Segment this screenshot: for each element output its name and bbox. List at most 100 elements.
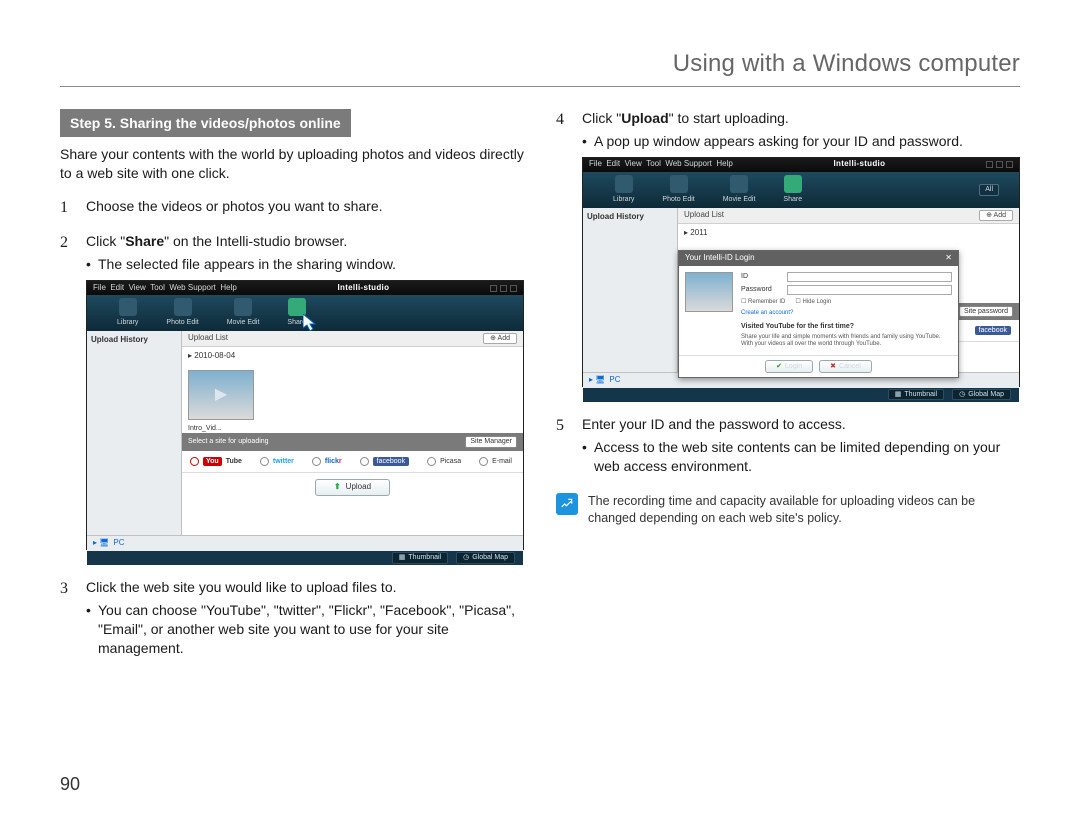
bullet-list: You can choose "YouTube", "twitter", "Fl… bbox=[86, 601, 524, 658]
app-toolbar: Library Photo Edit Movie Edit Share All bbox=[583, 172, 1019, 208]
step-text: Click "Upload" to start uploading. A pop… bbox=[582, 109, 1020, 401]
bullet-list: The selected file appears in the sharing… bbox=[86, 255, 524, 274]
remember-checkbox[interactable]: ☐ Remember ID bbox=[741, 298, 785, 306]
step-number: 4 bbox=[556, 109, 572, 401]
note-block: The recording time and capacity availabl… bbox=[556, 493, 1020, 527]
toolbar-item-share[interactable]: Share bbox=[783, 175, 802, 204]
site-twitter[interactable]: twitter bbox=[260, 457, 294, 466]
step-intro: Share your contents with the world by up… bbox=[60, 145, 524, 183]
text: " on the Intelli-studio browser. bbox=[164, 233, 347, 249]
sidebar: Upload History bbox=[87, 331, 182, 535]
sidebar-header: Upload History bbox=[587, 212, 673, 223]
toolbar-item-photo-edit[interactable]: Photo Edit bbox=[166, 298, 198, 327]
filter-all[interactable]: All bbox=[979, 184, 999, 195]
step-item: 2 Click "Share" on the Intelli-studio br… bbox=[60, 232, 524, 564]
upload-row: ⬆Upload bbox=[182, 472, 523, 502]
hide-checkbox[interactable]: ☐ Hide Login bbox=[795, 298, 831, 306]
add-button[interactable]: ⊕ Add bbox=[979, 210, 1013, 221]
id-row: ID bbox=[741, 272, 952, 282]
two-column-layout: Step 5. Sharing the videos/photos online… bbox=[60, 109, 1020, 676]
site-select-bar: Select a site for uploading Site Manager bbox=[182, 433, 523, 450]
main-pane: Upload List ⊕ Add ▸ 2010-08-04 Intro_Vid… bbox=[182, 331, 523, 535]
cancel-button[interactable]: ✖Cancel bbox=[819, 360, 872, 373]
page-number: 90 bbox=[60, 774, 80, 795]
dialog-buttons: ✔Login ✖Cancel bbox=[679, 355, 958, 377]
step-number: 2 bbox=[60, 232, 76, 564]
step-text: Click "Share" on the Intelli-studio brow… bbox=[86, 232, 524, 564]
sidebar-header: Upload History bbox=[91, 335, 177, 346]
step-item: 5 Enter your ID and the password to acce… bbox=[556, 415, 1020, 480]
add-button[interactable]: ⊕ Add bbox=[483, 333, 517, 344]
site-picasa[interactable]: Picasa bbox=[427, 457, 461, 466]
site-email[interactable]: E-mail bbox=[479, 457, 512, 466]
menu-placeholder: File Edit View Tool Web Support Help bbox=[589, 159, 733, 170]
id-input[interactable] bbox=[787, 272, 952, 282]
screenshot-share-window: File Edit View Tool Web Support Help Int… bbox=[86, 280, 524, 550]
dialog-description: Share your life and simple moments with … bbox=[741, 334, 952, 348]
window-titlebar: File Edit View Tool Web Support Help Int… bbox=[87, 281, 523, 295]
toolbar-item-library[interactable]: Library bbox=[117, 298, 138, 327]
date-group: ▸ 2011 bbox=[678, 224, 1019, 243]
step-number: 3 bbox=[60, 578, 76, 662]
password-input[interactable] bbox=[787, 285, 952, 295]
main-header: Upload List ⊕ Add bbox=[678, 208, 1019, 224]
view-global-map[interactable]: ◷ Global Map bbox=[952, 389, 1011, 400]
toolbar-item-share[interactable]: Share bbox=[287, 298, 306, 327]
dialog-thumbnail bbox=[685, 272, 733, 312]
site-password-button[interactable]: Site password bbox=[959, 306, 1013, 317]
dialog-titlebar: Your Intelli-ID Login✕ bbox=[679, 251, 958, 266]
text: Click the web site you would like to upl… bbox=[86, 579, 397, 595]
screenshot-upload-dialog: File Edit View Tool Web Support Help Int… bbox=[582, 157, 1020, 387]
login-button[interactable]: ✔Login bbox=[765, 360, 813, 373]
left-column: Step 5. Sharing the videos/photos online… bbox=[60, 109, 524, 676]
step-heading: Step 5. Sharing the videos/photos online bbox=[60, 109, 351, 137]
note-icon bbox=[556, 493, 578, 515]
text: Click " bbox=[86, 233, 125, 249]
window-titlebar: File Edit View Tool Web Support Help Int… bbox=[583, 158, 1019, 172]
site-facebook[interactable]: facebook bbox=[360, 457, 409, 466]
graybar-label: Select a site for uploading bbox=[188, 437, 269, 446]
status-bar: ▦ Thumbnail ◷ Global Map bbox=[583, 388, 1019, 402]
site-youtube[interactable]: YouTube bbox=[190, 457, 242, 466]
bullet-list: A pop up window appears asking for your … bbox=[582, 132, 1020, 151]
window-controls bbox=[490, 285, 517, 292]
view-thumbnail[interactable]: ▦ Thumbnail bbox=[392, 552, 448, 563]
step-item: 3 Click the web site you would like to u… bbox=[60, 578, 524, 662]
step-item: 4 Click "Upload" to start uploading. A p… bbox=[556, 109, 1020, 401]
close-icon[interactable]: ✕ bbox=[945, 253, 952, 264]
create-account-link[interactable]: Create an account? bbox=[741, 309, 952, 317]
toolbar-item-movie-edit[interactable]: Movie Edit bbox=[227, 298, 260, 327]
bullet: The selected file appears in the sharing… bbox=[86, 255, 524, 274]
note-text: The recording time and capacity availabl… bbox=[588, 493, 1020, 527]
page-title: Using with a Windows computer bbox=[60, 50, 1020, 87]
pc-row[interactable]: ▸ 🖥 PC bbox=[87, 535, 523, 551]
app-brand: Intelli-studio bbox=[834, 159, 886, 170]
text: " to start uploading. bbox=[669, 110, 789, 126]
dialog-question: Visited YouTube for the first time? bbox=[741, 322, 952, 331]
checkbox-row: ☐ Remember ID ☐ Hide Login bbox=[741, 298, 952, 306]
main-header: Upload List ⊕ Add bbox=[182, 331, 523, 347]
manual-page: Using with a Windows computer Step 5. Sh… bbox=[0, 0, 1080, 825]
text: Click " bbox=[582, 110, 621, 126]
view-thumbnail[interactable]: ▦ Thumbnail bbox=[888, 389, 944, 400]
site-manager-button[interactable]: Site Manager bbox=[465, 436, 517, 447]
thumbnail-caption: Intro_Vid... bbox=[188, 424, 517, 433]
bold-text: Share bbox=[125, 233, 164, 249]
view-global-map[interactable]: ◷ Global Map bbox=[456, 552, 515, 563]
text: Enter your ID and the password to access… bbox=[582, 416, 846, 432]
toolbar-item-library[interactable]: Library bbox=[613, 175, 634, 204]
window-controls bbox=[986, 161, 1013, 168]
app-brand: Intelli-studio bbox=[338, 283, 390, 294]
toolbar-item-movie-edit[interactable]: Movie Edit bbox=[723, 175, 756, 204]
video-thumbnail[interactable] bbox=[188, 370, 254, 420]
step-number: 5 bbox=[556, 415, 572, 480]
site-facebook[interactable]: facebook bbox=[975, 326, 1011, 335]
site-flickr[interactable]: flickr bbox=[312, 457, 342, 466]
upload-button[interactable]: ⬆Upload bbox=[315, 479, 390, 496]
toolbar-item-photo-edit[interactable]: Photo Edit bbox=[662, 175, 694, 204]
login-dialog: Your Intelli-ID Login✕ ID Password ☐ Rem… bbox=[678, 250, 959, 378]
step-item: 1 Choose the videos or photos you want t… bbox=[60, 197, 524, 219]
step-number: 1 bbox=[60, 197, 76, 219]
site-grid: YouTube twitter flickr facebook Picasa E… bbox=[182, 451, 523, 472]
bullet: You can choose "YouTube", "twitter", "Fl… bbox=[86, 601, 524, 658]
